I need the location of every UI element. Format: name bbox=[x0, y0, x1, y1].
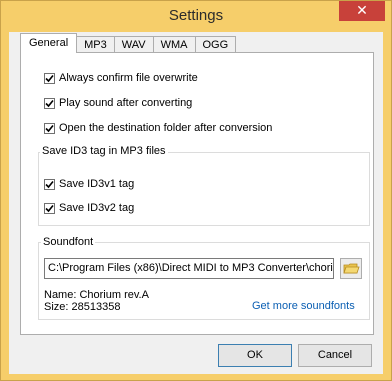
soundfont-path-field[interactable]: C:\Program Files (x86)\Direct MIDI to MP… bbox=[44, 258, 334, 279]
folder-icon bbox=[343, 263, 360, 274]
id3-group-label: Save ID3 tag in MP3 files bbox=[40, 145, 168, 157]
browse-soundfont-button[interactable] bbox=[340, 258, 362, 279]
tab-wma[interactable]: WMA bbox=[152, 36, 196, 53]
tab-wav[interactable]: WAV bbox=[113, 36, 154, 53]
cancel-button[interactable]: Cancel bbox=[298, 344, 372, 367]
checkbox-label: Open the destination folder after conver… bbox=[59, 122, 273, 134]
checkbox-save-id3v2[interactable]: Save ID3v2 tag bbox=[44, 202, 134, 214]
checkbox-label: Play sound after converting bbox=[59, 97, 193, 109]
checkbox-box[interactable] bbox=[44, 122, 55, 134]
checkbox-save-id3v1[interactable]: Save ID3v1 tag bbox=[44, 178, 134, 190]
soundfont-size: Size: 28513358 bbox=[44, 301, 121, 313]
checkbox-box[interactable] bbox=[44, 72, 55, 84]
tab-mp3[interactable]: MP3 bbox=[76, 36, 115, 53]
title-bar[interactable]: Settings ✕ bbox=[1, 1, 391, 31]
ok-button[interactable]: OK bbox=[218, 344, 292, 367]
checkbox-box[interactable] bbox=[44, 97, 55, 109]
tab-strip: General MP3 WAV WMA OGG bbox=[20, 33, 237, 53]
checkbox-open-folder[interactable]: Open the destination folder after conver… bbox=[44, 122, 272, 134]
tab-general[interactable]: General bbox=[20, 33, 78, 53]
checkbox-box[interactable] bbox=[44, 178, 55, 190]
close-button[interactable]: ✕ bbox=[339, 1, 385, 21]
checkbox-confirm-overwrite[interactable]: Always confirm file overwrite bbox=[44, 72, 198, 84]
window-title: Settings bbox=[168, 7, 224, 24]
close-icon: ✕ bbox=[356, 2, 368, 18]
soundfont-name: Name: Chorium rev.A bbox=[44, 289, 149, 301]
tab-ogg[interactable]: OGG bbox=[194, 36, 237, 53]
checkbox-label: Always confirm file overwrite bbox=[59, 72, 198, 84]
soundfont-group-label: Soundfont bbox=[41, 236, 96, 248]
checkbox-label: Save ID3v2 tag bbox=[59, 202, 135, 214]
checkbox-play-sound[interactable]: Play sound after converting bbox=[44, 97, 192, 109]
checkbox-label: Save ID3v1 tag bbox=[59, 178, 135, 190]
checkbox-box[interactable] bbox=[44, 202, 55, 214]
get-more-soundfonts-link[interactable]: Get more soundfonts bbox=[252, 300, 355, 312]
